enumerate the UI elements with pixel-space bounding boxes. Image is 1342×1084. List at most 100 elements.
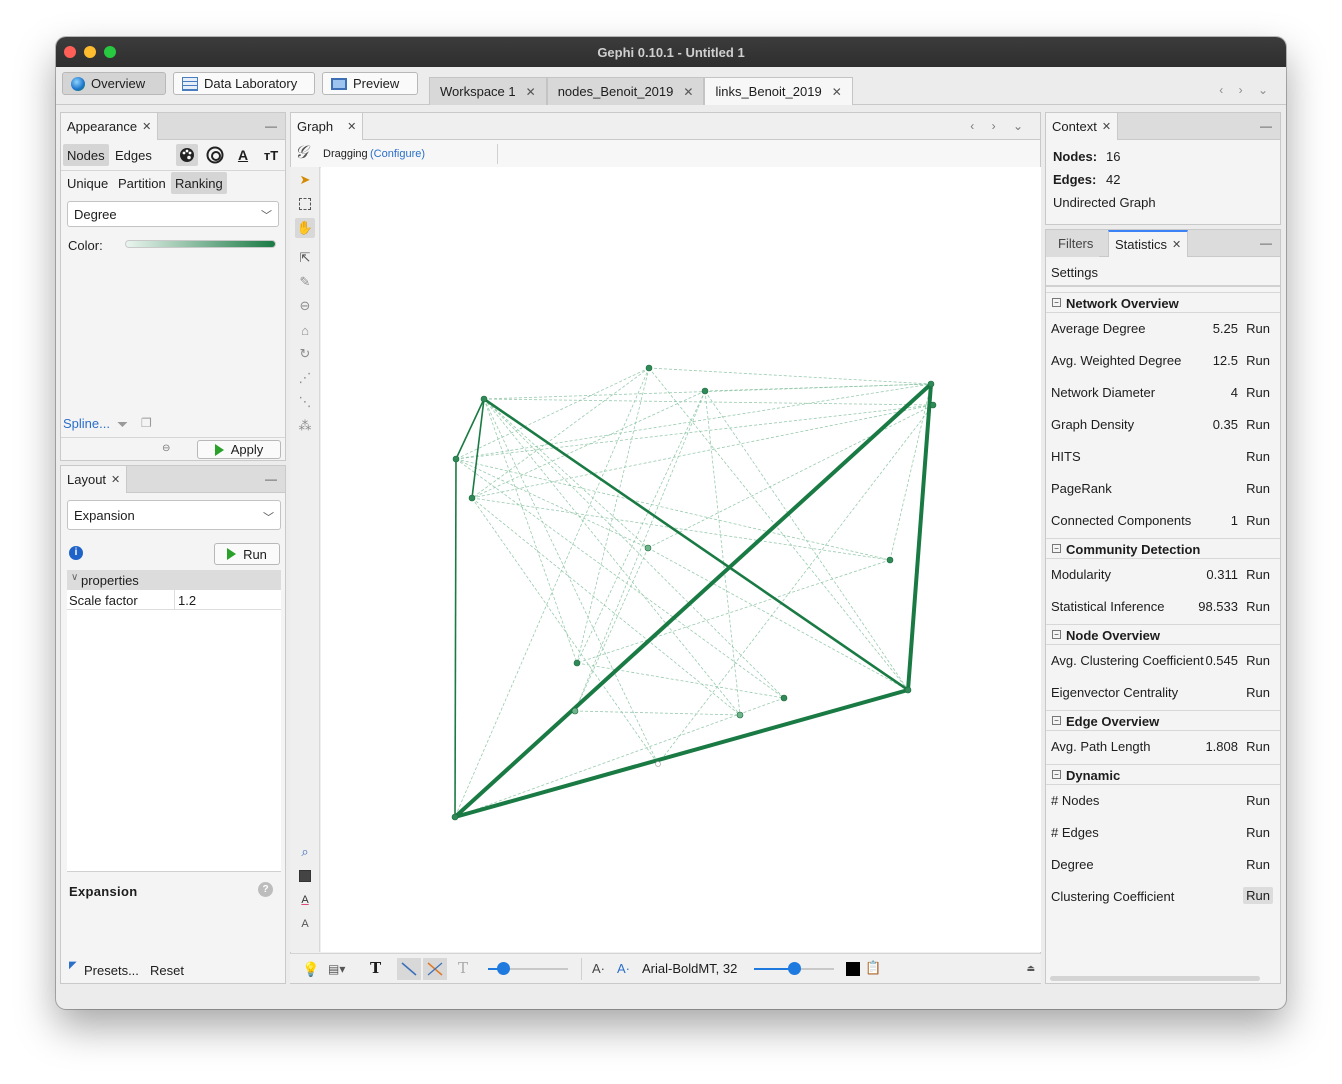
graph-node[interactable] [571,707,579,715]
slider-knob[interactable] [788,962,801,975]
brush-icon[interactable]: ✎ [295,272,315,292]
close-tab-icon[interactable]: ✕ [832,85,842,99]
data-laboratory-mode-button[interactable]: Data Laboratory [173,72,315,95]
spline-link[interactable]: Spline... [63,416,110,431]
stat-run-button[interactable]: Run [1246,825,1270,840]
lightbulb-icon[interactable]: 💡 [302,961,319,978]
graph-node[interactable] [452,455,460,463]
stat-run-button[interactable]: Run [1246,793,1270,808]
stat-run-button[interactable]: Run [1246,567,1270,582]
edge-display-icon[interactable] [397,958,421,980]
stat-run-button[interactable]: Run [1246,449,1270,464]
shortest-path-icon[interactable]: ⁂ [295,416,315,436]
color-gradient-bar[interactable] [125,240,276,248]
horizontal-scrollbar[interactable] [1050,976,1260,981]
minimize-icon[interactable]: — [265,119,277,133]
stat-run-button[interactable]: Run [1246,417,1270,432]
size-icon[interactable] [204,144,226,166]
graph-canvas[interactable] [321,167,1041,952]
font-size-up-icon[interactable]: A· [617,961,630,976]
tab-filters[interactable]: Filters [1046,230,1100,257]
tab-layout[interactable]: Layout ✕ [61,466,128,493]
drag-hand-icon[interactable]: ✋ [295,218,315,238]
tab-workspace-1[interactable]: Workspace 1 ✕ [429,77,547,105]
stat-section-header[interactable]: − Network Overview [1046,292,1280,313]
minimize-icon[interactable]: — [1260,236,1272,250]
collapse-icon[interactable]: − [1052,716,1061,725]
filter-icon[interactable]: ⏷ [117,416,128,433]
graph-node[interactable] [701,387,709,395]
label-font-name[interactable]: Arial-BoldMT, 32 [642,961,737,976]
label-color-swatch[interactable] [846,962,860,976]
graph-node[interactable] [480,395,488,403]
help-icon[interactable]: ? [258,882,273,897]
link-icon[interactable]: ⊖ [162,443,170,454]
close-tab-icon[interactable]: ✕ [526,85,536,99]
graph-node[interactable] [655,761,661,767]
close-icon[interactable]: ✕ [111,473,120,486]
close-tab-icon[interactable]: ✕ [683,85,693,99]
property-value[interactable]: 1.2 [178,593,196,608]
graph-node[interactable] [736,711,744,719]
painter-icon[interactable]: ⌂ [295,320,315,340]
edges-tab[interactable]: Edges [111,144,156,166]
label-color-icon[interactable]: A [232,144,254,166]
collapse-icon[interactable]: − [1052,298,1061,307]
graph-node[interactable] [929,401,937,409]
screenshot-icon[interactable]: ▤▾ [328,962,345,976]
edge-color-icon[interactable] [423,958,447,980]
add-node-icon[interactable]: ⋰ [295,368,315,388]
partition-tab[interactable]: Partition [114,172,170,194]
close-icon[interactable]: ✕ [1172,238,1181,251]
stat-run-button[interactable]: Run [1246,481,1270,496]
select-arrow-icon[interactable]: ➤ [295,170,315,190]
configure-link[interactable]: (Configure) [370,148,425,160]
graph-node[interactable] [927,380,935,388]
graph-node[interactable] [451,813,459,821]
expand-icon[interactable]: ⏏ [1026,963,1035,974]
tab-links-benoit-2019[interactable]: links_Benoit_2019 ✕ [704,77,853,105]
stat-section-header[interactable]: − Edge Overview [1046,710,1280,731]
graph-node[interactable] [645,364,653,372]
show-labels-icon[interactable]: T [370,959,381,977]
edge-labels-icon[interactable]: T [458,959,468,977]
stat-run-button[interactable]: Run [1246,599,1270,614]
stat-section-header[interactable]: − Community Detection [1046,538,1280,559]
stat-run-button[interactable]: Run [1246,513,1270,528]
presets-button[interactable]: Presets... [84,963,139,978]
tab-statistics[interactable]: Statistics ✕ [1108,230,1189,257]
label-size-icon[interactable]: ᴛT [260,144,282,166]
tab-nodes-benoit-2019[interactable]: nodes_Benoit_2019 ✕ [546,77,705,105]
graph-node[interactable] [886,556,894,564]
stat-run-button[interactable]: Run [1246,653,1270,668]
reset-button[interactable]: Reset [150,963,184,978]
slider-knob[interactable] [497,962,510,975]
minimize-window-button[interactable] [84,46,96,58]
nodes-tab[interactable]: Nodes [63,144,109,166]
stat-run-button[interactable]: Run [1246,857,1270,872]
minimize-icon[interactable]: — [1260,119,1272,133]
close-icon[interactable]: ✕ [1102,120,1111,133]
stat-run-button[interactable]: Run [1246,739,1270,754]
layout-run-button[interactable]: Run [214,543,280,565]
graph-node[interactable] [468,494,476,502]
graph-node[interactable] [780,694,788,702]
clipboard-icon[interactable]: 📋 [865,960,881,976]
stat-run-button[interactable]: Run [1246,353,1270,368]
close-icon[interactable]: ✕ [142,120,151,133]
palette-icon[interactable] [176,144,198,166]
layout-algorithm-select[interactable]: Expansion ﹀ [67,500,281,530]
stat-run-button[interactable]: Run [1246,685,1270,700]
stat-run-button[interactable]: Run [1246,385,1270,400]
tab-graph[interactable]: Graph ✕ [291,113,364,140]
stat-section-header[interactable]: − Node Overview [1046,624,1280,645]
select-help-icon[interactable]: ⇱ [295,248,315,268]
minimize-icon[interactable]: — [265,472,277,486]
zoom-fit-icon[interactable]: ⌕ [295,842,315,862]
copy-icon[interactable]: ❐ [141,416,152,430]
label-size-slider[interactable] [754,962,834,975]
graph-node[interactable] [573,659,581,667]
stat-section-header[interactable]: − Dynamic [1046,764,1280,785]
apply-button[interactable]: Apply [197,440,281,459]
graph-node[interactable] [644,544,652,552]
